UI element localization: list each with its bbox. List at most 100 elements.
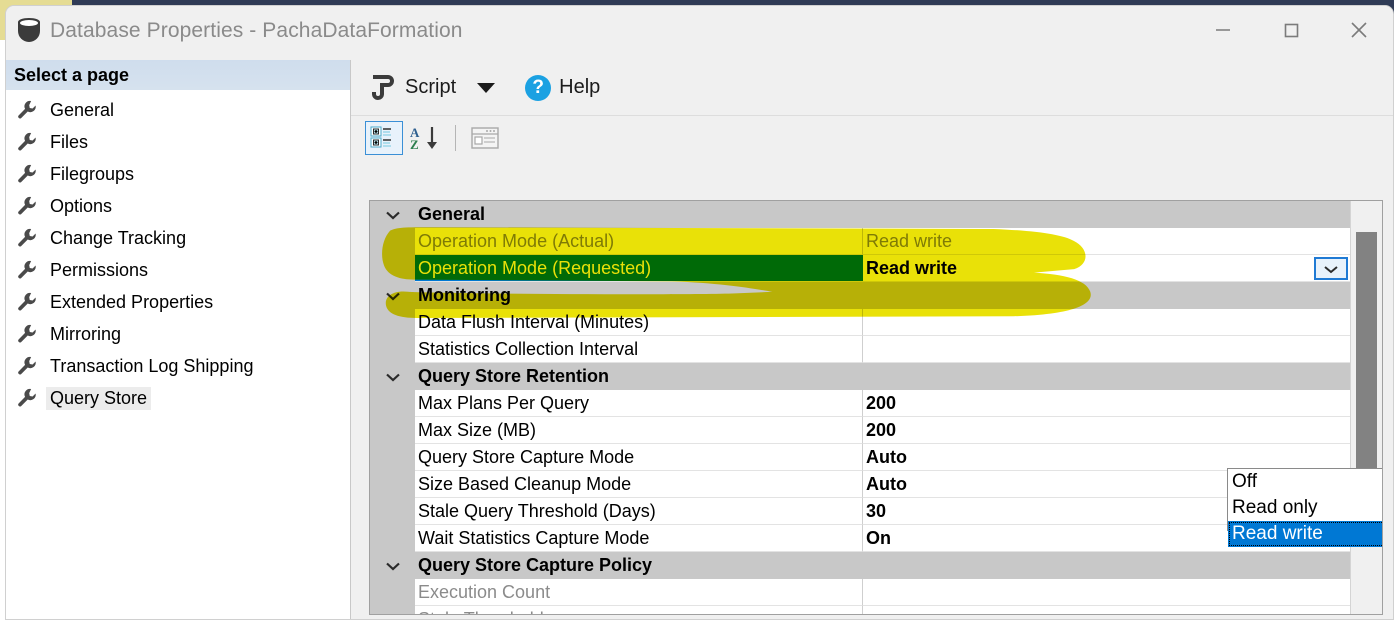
chevron-down-icon[interactable] xyxy=(385,291,401,301)
property-row[interactable]: Stale Threshold xyxy=(370,606,1351,614)
categorized-view-icon[interactable] xyxy=(365,121,403,155)
property-name: Operation Mode (Actual) xyxy=(415,228,863,255)
wrench-icon xyxy=(18,260,36,279)
chevron-down-icon[interactable] xyxy=(385,561,401,571)
property-row[interactable]: Data Flush Interval (Minutes) xyxy=(370,309,1351,336)
script-help-toolbar: Script ? Help xyxy=(351,60,1393,116)
sidebar-item-query-store[interactable]: Query Store xyxy=(6,382,350,414)
sidebar-item-label: Transaction Log Shipping xyxy=(50,355,254,376)
category-label: General xyxy=(418,204,486,224)
property-name: Wait Statistics Capture Mode xyxy=(415,525,863,552)
property-name: Size Based Cleanup Mode xyxy=(415,471,863,498)
row-gutter xyxy=(370,444,415,471)
property-row[interactable]: Statistics Collection Interval xyxy=(370,336,1351,363)
sidebar-item-files[interactable]: Files xyxy=(6,126,350,158)
sidebar-header: Select a page xyxy=(6,60,350,90)
question-mark-icon: ? xyxy=(525,74,552,101)
property-category-row[interactable]: Monitoring xyxy=(370,282,1351,309)
category-expander[interactable] xyxy=(370,552,415,579)
category-label: Query Store Capture Policy xyxy=(418,555,653,575)
toolbar-separator xyxy=(455,125,456,151)
property-name: Statistics Collection Interval xyxy=(415,336,863,363)
sidebar-item-options[interactable]: Options xyxy=(6,190,350,222)
property-value[interactable] xyxy=(863,309,1351,336)
row-gutter xyxy=(370,255,415,282)
sidebar-item-mirroring[interactable]: Mirroring xyxy=(6,318,350,350)
property-category-row[interactable]: Query Store Retention xyxy=(370,363,1351,390)
window-controls xyxy=(1189,6,1393,54)
dropdown-toggle-button[interactable] xyxy=(1314,257,1348,280)
property-row[interactable]: Operation Mode (Actual) Read write xyxy=(370,228,1351,255)
property-value[interactable]: Auto xyxy=(863,444,1351,471)
wrench-icon xyxy=(18,164,36,183)
row-gutter xyxy=(370,417,415,444)
row-gutter xyxy=(370,471,415,498)
help-label: Help xyxy=(559,76,601,98)
property-value[interactable]: 200 xyxy=(863,417,1351,444)
category-expander[interactable] xyxy=(370,282,415,309)
property-value[interactable] xyxy=(863,336,1351,363)
property-name: Execution Count xyxy=(415,579,863,606)
property-row[interactable]: Execution Count xyxy=(370,579,1351,606)
dropdown-option[interactable]: Read only xyxy=(1228,495,1382,521)
sidebar-item-change-tracking[interactable]: Change Tracking xyxy=(6,222,350,254)
minimize-button[interactable] xyxy=(1189,6,1257,54)
vertical-scrollbar[interactable] xyxy=(1350,201,1382,614)
script-label: Script xyxy=(405,76,457,98)
property-row[interactable]: Wait Statistics Capture Mode On xyxy=(370,525,1351,552)
database-icon xyxy=(18,18,40,44)
property-category-row[interactable]: General xyxy=(370,201,1351,228)
property-grid-rows: General Operation Mode (Actual) Read write… xyxy=(370,201,1351,614)
category-expander[interactable] xyxy=(370,201,415,228)
row-gutter xyxy=(370,228,415,255)
row-gutter xyxy=(370,525,415,552)
operation-mode-dropdown-list[interactable]: Off Read only Read write xyxy=(1227,468,1382,547)
property-row[interactable]: Operation Mode (Requested) Read write xyxy=(370,255,1351,282)
maximize-button[interactable] xyxy=(1257,6,1325,54)
dropdown-option[interactable]: Read write xyxy=(1228,521,1382,547)
script-button[interactable]: Script xyxy=(365,72,501,103)
sidebar-item-label: Filegroups xyxy=(50,163,135,184)
property-value[interactable]: Read write xyxy=(863,228,1351,255)
property-category-row[interactable]: Query Store Capture Policy xyxy=(370,552,1351,579)
wrench-icon xyxy=(18,324,36,343)
property-pages-icon[interactable] xyxy=(466,121,504,155)
chevron-down-icon[interactable] xyxy=(385,210,401,220)
category-label: Query Store Retention xyxy=(418,366,610,386)
sidebar-item-general[interactable]: General xyxy=(6,94,350,126)
sidebar-item-filegroups[interactable]: Filegroups xyxy=(6,158,350,190)
wrench-icon xyxy=(18,100,36,119)
close-button[interactable] xyxy=(1325,6,1393,54)
wrench-icon xyxy=(18,132,36,151)
category-label: Monitoring xyxy=(418,285,511,305)
dropdown-option[interactable]: Off xyxy=(1228,469,1382,495)
property-row[interactable]: Size Based Cleanup Mode Auto xyxy=(370,471,1351,498)
property-value[interactable] xyxy=(863,579,1351,606)
wrench-icon xyxy=(18,292,36,311)
category-expander[interactable] xyxy=(370,363,415,390)
property-row[interactable]: Query Store Capture Mode Auto xyxy=(370,444,1351,471)
property-name: Max Plans Per Query xyxy=(415,390,863,417)
property-value[interactable]: Read write xyxy=(863,255,1351,282)
row-gutter xyxy=(370,336,415,363)
chevron-down-icon[interactable] xyxy=(477,82,496,93)
property-row[interactable]: Max Size (MB) 200 xyxy=(370,417,1351,444)
svg-text:Z: Z xyxy=(410,137,419,151)
chevron-down-icon[interactable] xyxy=(385,372,401,382)
property-value[interactable]: 200 xyxy=(863,390,1351,417)
property-row[interactable]: Max Plans Per Query 200 xyxy=(370,390,1351,417)
sidebar-item-transaction-log-shipping[interactable]: Transaction Log Shipping xyxy=(6,350,350,382)
sidebar-item-permissions[interactable]: Permissions xyxy=(6,254,350,286)
property-row[interactable]: Stale Query Threshold (Days) 30 xyxy=(370,498,1351,525)
sidebar-item-extended-properties[interactable]: Extended Properties xyxy=(6,286,350,318)
property-value[interactable] xyxy=(863,606,1351,614)
wrench-icon xyxy=(18,356,36,375)
row-gutter xyxy=(370,579,415,606)
property-grid-toolbar: A Z xyxy=(351,116,1393,160)
window-title: Database Properties - PachaDataFormation xyxy=(50,19,463,42)
script-icon xyxy=(371,74,396,101)
sort-az-icon[interactable]: A Z xyxy=(407,121,445,155)
help-button[interactable]: ? Help xyxy=(525,74,601,101)
property-name: Data Flush Interval (Minutes) xyxy=(415,309,863,336)
row-gutter xyxy=(370,606,415,614)
